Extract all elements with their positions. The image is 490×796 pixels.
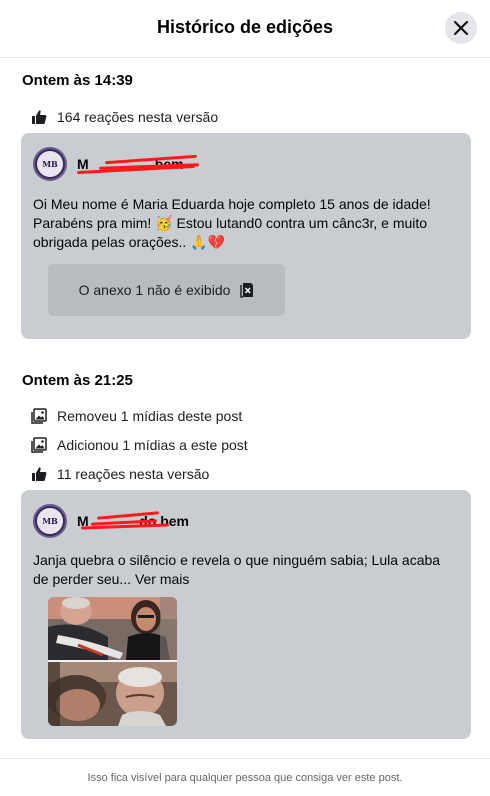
avatar[interactable]: MB [33, 504, 67, 538]
post-version-card: MB M bem Oi Meu nome é Maria Eduarda hoj… [21, 133, 471, 339]
thumbs-up-icon [30, 465, 48, 483]
avatar[interactable]: MB [33, 147, 67, 181]
post-author: MB M do bem [33, 504, 189, 538]
visibility-notice: Isso fica visível para qualquer pessoa q… [0, 758, 490, 796]
thumbs-up-icon [30, 108, 48, 126]
photo-icon [30, 407, 48, 425]
change-text: Adicionou 1 mídias a este post [57, 437, 248, 453]
post-version-card: MB M do bem Janja quebra o silêncio e re… [21, 490, 471, 739]
avatar-initials: MB [37, 508, 63, 534]
version-timestamp: Ontem às 14:39 [22, 72, 133, 89]
version-timestamp: Ontem às 21:25 [22, 372, 133, 389]
post-author: MB M bem [33, 147, 200, 181]
photo-collage [48, 597, 177, 726]
avatar-initials: MB [37, 151, 63, 177]
dialog-header: Histórico de edições [0, 0, 490, 58]
change-item: Removeu 1 mídias deste post [30, 406, 242, 426]
hidden-attachment-notice: O anexo 1 não é exibido [48, 264, 285, 316]
post-text: Janja quebra o silêncio e revela o que n… [33, 552, 441, 587]
author-name[interactable]: M bem [77, 154, 200, 175]
photo-icon [30, 436, 48, 454]
change-item: 11 reações nesta versão [30, 464, 209, 484]
edit-history-list[interactable]: Ontem às 14:39 164 reações nesta versão … [0, 58, 490, 758]
change-text: 11 reações nesta versão [57, 466, 210, 482]
close-button[interactable] [445, 12, 477, 44]
close-icon [454, 21, 468, 35]
post-media[interactable] [48, 597, 177, 726]
change-text: 164 reações nesta versão [57, 109, 219, 125]
author-name[interactable]: M do bem [77, 511, 189, 530]
dialog-title: Histórico de edições [156, 17, 334, 37]
change-item: Adicionou 1 mídias a este post [30, 435, 248, 455]
change-item: 164 reações nesta versão [30, 107, 218, 127]
post-text: Oi Meu nome é Maria Eduarda hoje complet… [33, 196, 431, 250]
attachment-label: O anexo 1 não é exibido [78, 282, 231, 298]
hidden-attachment-icon [240, 282, 254, 298]
change-text: Removeu 1 mídias deste post [57, 408, 243, 424]
